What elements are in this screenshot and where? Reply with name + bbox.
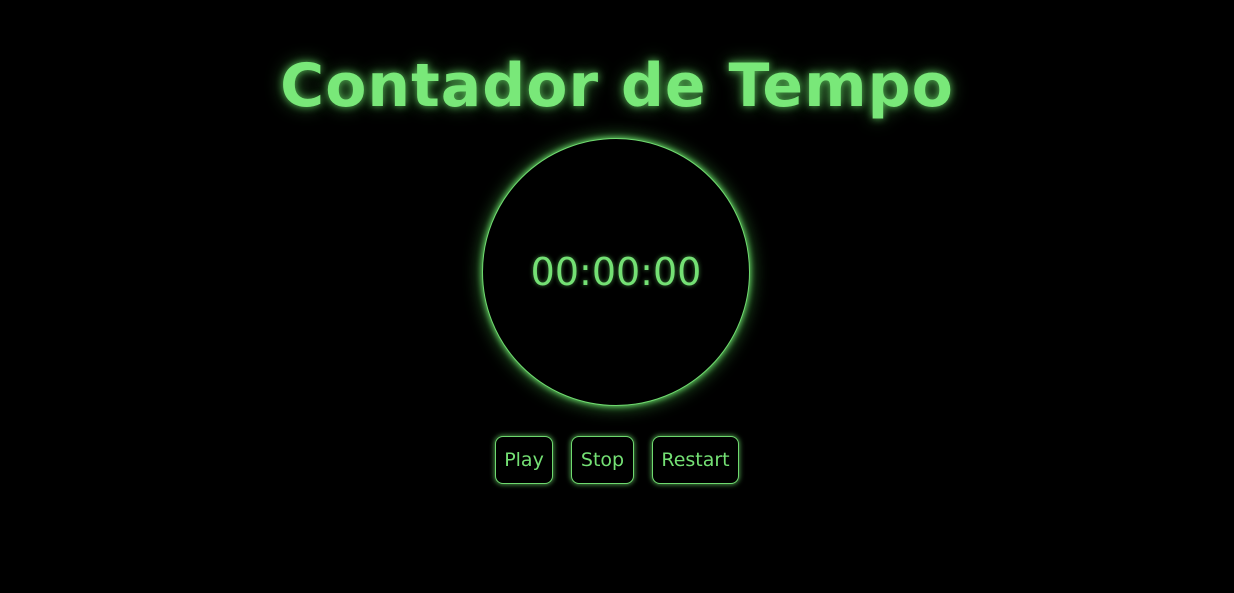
stop-button[interactable]: Stop: [571, 436, 634, 484]
page-title: Contador de Tempo: [280, 51, 954, 122]
timer-display: 00:00:00: [530, 250, 702, 294]
page: Contador de Tempo 00:00:00 Play Stop Res…: [0, 0, 1234, 593]
timer-circle: 00:00:00: [482, 138, 750, 406]
restart-button[interactable]: Restart: [652, 436, 739, 484]
play-button[interactable]: Play: [495, 436, 553, 484]
timer-controls: Play Stop Restart: [0, 436, 1234, 484]
